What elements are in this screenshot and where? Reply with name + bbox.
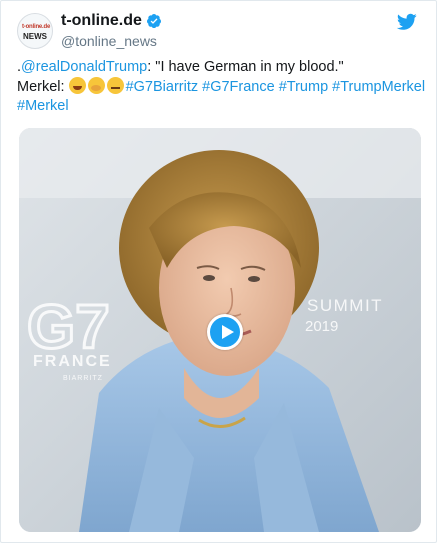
hashtag-link[interactable]: #G7France xyxy=(202,79,275,95)
tweet-text: .@realDonaldTrump: "I have German in my … xyxy=(17,58,427,116)
grinning-face-icon xyxy=(68,77,86,94)
hashtag-link[interactable]: #Merkel xyxy=(17,98,69,114)
tweet-line-2: Merkel: #G7Biarritz #G7France #Trump #Tr… xyxy=(17,77,427,97)
tweet-line-1: .@realDonaldTrump: "I have German in my … xyxy=(17,58,427,77)
tweet-quote: : "I have German in my blood." xyxy=(147,59,344,75)
twitter-bird-icon[interactable] xyxy=(397,13,417,31)
svg-text:FRANCE: FRANCE xyxy=(33,353,112,370)
hand-over-mouth-face-icon xyxy=(87,77,105,94)
tweet-line-3: #Merkel xyxy=(17,97,427,116)
grimacing-face-icon xyxy=(106,77,124,94)
tweet-header: t-online.de NEWS t-online.de @tonline_ne… xyxy=(17,11,427,51)
video-thumbnail[interactable]: G7 FRANCE BIARRITZ SUMMIT 2019 xyxy=(19,128,421,532)
display-name-row: t-online.de xyxy=(61,11,162,31)
hashtag-link[interactable]: #G7Biarritz xyxy=(126,79,199,95)
play-icon[interactable] xyxy=(207,314,243,350)
svg-text:SUMMIT: SUMMIT xyxy=(307,296,383,315)
author-names: t-online.de @tonline_news xyxy=(61,11,162,49)
tweet-merkel-label: Merkel: xyxy=(17,79,69,95)
avatar-logo-subtext: NEWS xyxy=(23,32,47,41)
svg-text:G7: G7 xyxy=(27,293,110,362)
hashtag-link[interactable]: #Trump xyxy=(279,79,328,95)
svg-text:BIARRITZ: BIARRITZ xyxy=(63,375,103,382)
verified-badge-icon xyxy=(146,14,161,29)
svg-text:2019: 2019 xyxy=(305,318,338,335)
hashtag-link[interactable]: #TrumpMerkel xyxy=(332,79,425,95)
display-name[interactable]: t-online.de xyxy=(61,12,142,30)
mention-link[interactable]: @realDonaldTrump xyxy=(21,59,147,75)
tweet-card: t-online.de NEWS t-online.de @tonline_ne… xyxy=(0,0,437,543)
avatar[interactable]: t-online.de NEWS xyxy=(17,13,53,49)
handle[interactable]: @tonline_news xyxy=(61,33,162,49)
avatar-logo-text: t-online.de xyxy=(22,24,51,30)
